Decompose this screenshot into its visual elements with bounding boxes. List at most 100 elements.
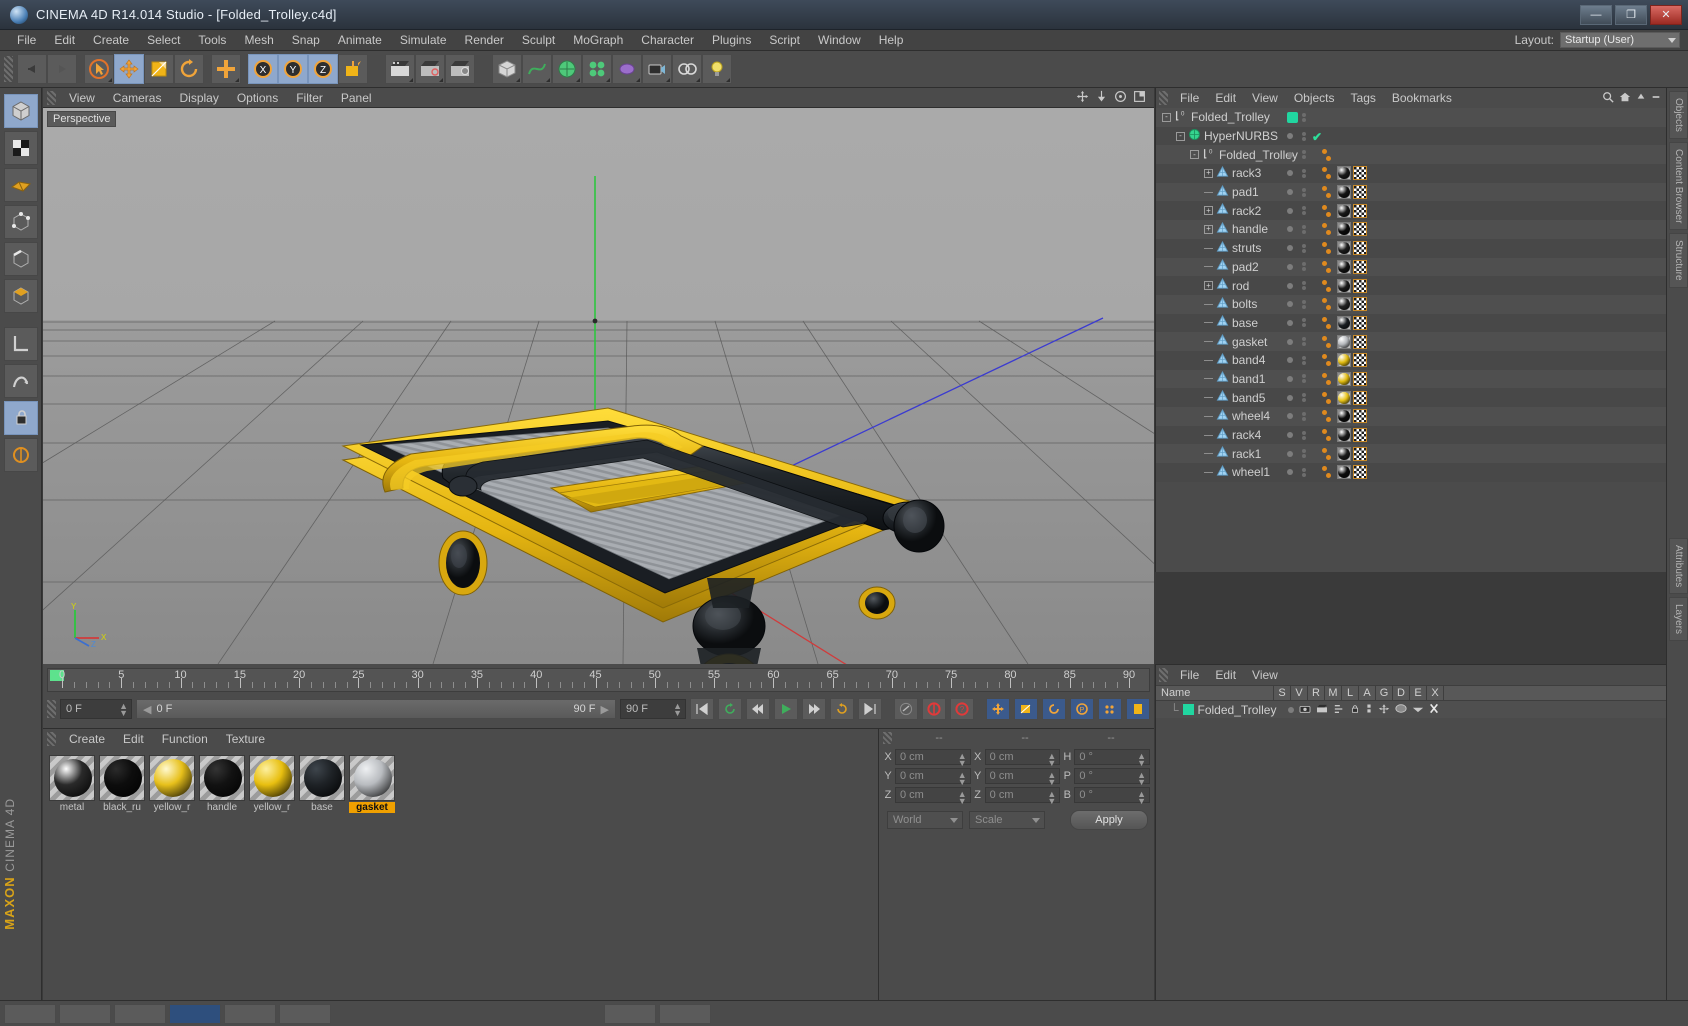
menu-select[interactable]: Select: [138, 30, 189, 51]
object-row[interactable]: band5: [1156, 388, 1666, 407]
menu-mograph[interactable]: MoGraph: [564, 30, 632, 51]
visibility-dots[interactable]: [1287, 375, 1293, 382]
exclude-tag-icon[interactable]: [1429, 703, 1439, 717]
undo-button[interactable]: [17, 54, 47, 84]
editor-visibility-dot[interactable]: [1287, 413, 1293, 420]
uvw-tag-icon[interactable]: [1353, 315, 1367, 330]
add-tool-button[interactable]: [211, 54, 241, 84]
material-menu-function[interactable]: Function: [153, 729, 217, 749]
object-row[interactable]: + rod: [1156, 276, 1666, 295]
render-visibility-dots[interactable]: [1302, 224, 1306, 234]
render-visibility-dots[interactable]: [1302, 430, 1306, 440]
key-position-button[interactable]: [986, 698, 1010, 720]
stepper-icon[interactable]: ▲ ▼: [1047, 751, 1056, 767]
material-tag-icon[interactable]: [1395, 703, 1408, 717]
menu-render[interactable]: Render: [456, 30, 513, 51]
orange-tag-dots-icon[interactable]: [1322, 391, 1331, 404]
viewport-menu-panel[interactable]: Panel: [332, 88, 381, 108]
edge-mode-button[interactable]: [3, 242, 38, 276]
layout-dropdown[interactable]: Startup (User): [1560, 32, 1680, 48]
visibility-dots[interactable]: [1287, 263, 1293, 270]
orange-tag-dots-icon[interactable]: [1322, 148, 1331, 161]
material-name[interactable]: yellow_r: [149, 802, 195, 813]
light-button[interactable]: [702, 54, 732, 84]
material-name[interactable]: yellow_r: [249, 802, 295, 813]
visibility-tag-icon[interactable]: [1412, 703, 1424, 717]
structure-column-l[interactable]: L: [1342, 686, 1359, 700]
coordinate-position-field[interactable]: 0 cm ▲ ▼: [895, 748, 971, 767]
model-mode-button[interactable]: [3, 94, 38, 128]
render-settings-button[interactable]: [445, 54, 475, 84]
status-slot-6[interactable]: [279, 1003, 331, 1024]
expander-icon[interactable]: +: [1204, 168, 1213, 178]
status-slot-1[interactable]: [4, 1003, 56, 1024]
visibility-dots[interactable]: [1287, 450, 1293, 457]
object-menu-bookmarks[interactable]: Bookmarks: [1384, 88, 1460, 108]
uvw-tag-icon[interactable]: [1353, 222, 1367, 237]
environment-button[interactable]: [672, 54, 702, 84]
uvw-tag-icon[interactable]: [1353, 371, 1367, 386]
lock-x-axis-button[interactable]: X: [248, 54, 278, 84]
orange-tag-dots-icon[interactable]: [1322, 223, 1331, 236]
visibility-dots[interactable]: [1287, 338, 1293, 345]
object-menu-file[interactable]: File: [1172, 88, 1207, 108]
structure-menu-grip[interactable]: [1159, 668, 1168, 682]
orange-tag-dots-icon[interactable]: [1322, 410, 1331, 423]
menu-help[interactable]: Help: [870, 30, 913, 51]
orange-tag-dots-icon[interactable]: [1322, 316, 1331, 329]
render-tag-icon[interactable]: [1316, 703, 1328, 717]
expander-icon[interactable]: +: [1204, 281, 1213, 291]
stepper-icon[interactable]: ▲ ▼: [673, 702, 682, 718]
visibility-dots[interactable]: [1287, 301, 1293, 308]
editor-visibility-dot[interactable]: [1287, 432, 1293, 439]
orange-tag-dots-icon[interactable]: [1322, 186, 1331, 199]
object-row[interactable]: rack1: [1156, 444, 1666, 464]
home-icon[interactable]: [1619, 91, 1631, 106]
visibility-dots[interactable]: [1287, 413, 1293, 420]
object-tree[interactable]: -0 Folded_Trolley - HyperNURBS ✔ -0 Folded_Tro…: [1156, 108, 1666, 572]
visibility-dots[interactable]: [1287, 357, 1293, 364]
render-visibility-dots[interactable]: [1302, 262, 1306, 272]
material-preview[interactable]: [199, 755, 245, 801]
material-name[interactable]: base: [299, 802, 345, 813]
visibility-dots[interactable]: [1287, 151, 1293, 158]
expander-icon[interactable]: +: [1204, 206, 1213, 216]
render-visibility-dots[interactable]: [1302, 206, 1306, 216]
material-swatch[interactable]: yellow_r: [249, 755, 295, 813]
quantize-button[interactable]: [3, 438, 38, 472]
render-visibility-dots[interactable]: [1302, 393, 1306, 403]
tab-layers[interactable]: Layers: [1669, 597, 1688, 642]
coordinate-position-field[interactable]: 0 cm ▲ ▼: [895, 786, 971, 805]
visibility-dots[interactable]: [1287, 394, 1293, 401]
expander-icon[interactable]: +: [1204, 224, 1213, 234]
material-swatch[interactable]: handle: [199, 755, 245, 813]
status-slot-4[interactable]: [169, 1003, 221, 1024]
uvw-tag-icon[interactable]: [1353, 185, 1367, 200]
editor-visibility-dot[interactable]: [1287, 207, 1293, 214]
object-row[interactable]: + rack3: [1156, 164, 1666, 183]
render-visibility-dots[interactable]: [1302, 299, 1306, 309]
move-tool-button[interactable]: [114, 54, 144, 84]
tab-structure[interactable]: Structure: [1669, 233, 1688, 288]
array-button[interactable]: [582, 54, 612, 84]
toolbar-grip[interactable]: [4, 56, 13, 82]
object-row[interactable]: + handle: [1156, 220, 1666, 239]
object-menu-grip[interactable]: [1159, 91, 1168, 105]
orange-tag-dots-icon[interactable]: [1322, 429, 1331, 442]
material-name[interactable]: metal: [49, 802, 95, 813]
status-slot-8[interactable]: [659, 1003, 711, 1024]
expander-icon[interactable]: -: [1162, 112, 1171, 122]
editor-visibility-dot[interactable]: [1287, 151, 1293, 158]
object-row[interactable]: -0 Folded_Trolley: [1156, 145, 1666, 165]
camera-button[interactable]: [642, 54, 672, 84]
material-tag-icon[interactable]: [1337, 409, 1351, 424]
material-swatch[interactable]: yellow_r: [149, 755, 195, 813]
material-tag-icon[interactable]: [1337, 428, 1351, 443]
menu-plugins[interactable]: Plugins: [703, 30, 760, 51]
structure-column-d[interactable]: D: [1393, 686, 1410, 700]
coordinate-system-dropdown[interactable]: World: [887, 811, 963, 829]
editor-visibility-dot[interactable]: [1287, 263, 1293, 270]
uvw-tag-icon[interactable]: [1353, 409, 1367, 424]
timeline-grip[interactable]: [47, 700, 56, 718]
close-button[interactable]: ✕: [1650, 4, 1682, 25]
